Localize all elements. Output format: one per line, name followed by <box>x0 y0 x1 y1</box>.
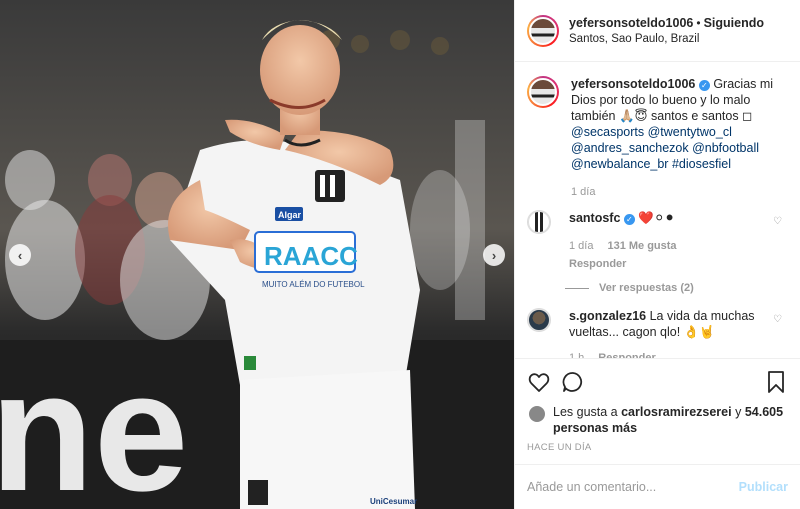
header-separator: • <box>696 15 701 30</box>
chevron-right-icon[interactable]: › <box>483 244 505 266</box>
instagram-post: ne Algar RAACC MUITO ALÉM DO FUTEBOL Uni… <box>0 0 800 509</box>
reply-button[interactable]: Responder <box>598 350 655 358</box>
jersey-main-text: RAACC <box>264 241 358 271</box>
bookmark-icon[interactable] <box>764 370 788 394</box>
avatar[interactable] <box>527 14 559 47</box>
photo-illustration: ne Algar RAACC MUITO ALÉM DO FUTEBOL Uni… <box>0 0 514 509</box>
caption-username[interactable]: yefersonsoteldo1006 <box>571 77 695 91</box>
likes-text: Les gusta a carlosramirezserei y 54.605 … <box>553 404 788 436</box>
post-header: yefersonsoteldo1006 • Siguiendo Santos, Sa… <box>515 0 800 62</box>
publish-button[interactable]: Publicar <box>739 480 788 494</box>
verified-badge-icon: ✓ <box>623 214 635 225</box>
chevron-left-icon[interactable]: ‹ <box>9 244 31 266</box>
replies-line <box>565 287 589 289</box>
caption-avatar[interactable] <box>527 76 559 108</box>
comment-username[interactable]: s.gonzalez16 <box>569 309 646 323</box>
comment-time[interactable]: 1 h <box>569 350 584 358</box>
sponsor-label: Algar <box>278 210 302 220</box>
comment-text: ❤️⚪⚫ <box>638 211 675 225</box>
comment-item: s.gonzalez16 La vida da muchas vueltas..… <box>527 308 788 358</box>
caption-time[interactable]: 1 día <box>571 184 595 200</box>
heart-icon[interactable]: ♡ <box>773 216 782 227</box>
liker-avatar[interactable] <box>529 406 545 422</box>
follow-status-button[interactable]: Siguiendo <box>704 16 764 30</box>
likes-summary: Les gusta a carlosramirezserei y 54.605 … <box>515 404 800 436</box>
reply-button[interactable]: Responder <box>569 256 779 272</box>
heart-icon[interactable]: ♡ <box>773 314 782 325</box>
comment-likes[interactable]: 131 Me gusta <box>607 238 676 254</box>
comments-list[interactable]: yefersonsoteldo1006 ✓ Gracias mi Dios po… <box>515 62 800 358</box>
comment-input[interactable] <box>527 480 739 494</box>
svg-text:ne: ne <box>0 337 188 509</box>
heart-icon[interactable] <box>527 370 551 394</box>
add-comment-bar: Publicar <box>515 464 800 509</box>
view-replies-button[interactable]: Ver respuestas (2) <box>565 282 788 294</box>
comment-body: santosfc ✓ ❤️⚪⚫ 1 día 131 Me gusta Respo… <box>569 210 779 272</box>
post-photo[interactable]: ne Algar RAACC MUITO ALÉM DO FUTEBOL Uni… <box>0 0 514 509</box>
comment-time[interactable]: 1 día <box>569 238 593 254</box>
shorts-sponsor-text: UniCesumar <box>370 497 417 506</box>
likes-middle: y <box>731 405 745 419</box>
comment-body: s.gonzalez16 La vida da muchas vueltas..… <box>569 308 779 358</box>
comment-meta: 1 h Responder <box>569 350 779 358</box>
commenter-avatar[interactable] <box>527 308 551 332</box>
caption-mentions[interactable]: @secasports @twentytwo_cl @andres_sanche… <box>571 125 759 171</box>
jersey-sub-text: MUITO ALÉM DO FUTEBOL <box>262 280 365 289</box>
header-username[interactable]: yefersonsoteldo1006 <box>569 16 693 30</box>
comment-icon[interactable] <box>561 370 585 394</box>
likes-prefix: Les gusta a <box>553 405 622 419</box>
comment-username[interactable]: santosfc <box>569 211 620 225</box>
post-sidebar: yefersonsoteldo1006 • Siguiendo Santos, Sa… <box>514 0 800 509</box>
caption-body: yefersonsoteldo1006 ✓ Gracias mi Dios po… <box>571 76 781 200</box>
commenter-avatar[interactable] <box>527 210 551 234</box>
view-replies-label: Ver respuestas (2) <box>599 282 694 294</box>
post-timestamp[interactable]: HACE UN DÍA <box>515 436 800 464</box>
header-text: yefersonsoteldo1006 • Siguiendo Santos, Sa… <box>569 15 764 47</box>
comment-meta: 1 día 131 Me gusta <box>569 238 779 254</box>
verified-badge-icon: ✓ <box>698 80 710 91</box>
location-link[interactable]: Santos, Sao Paulo, Brazil <box>569 31 764 47</box>
post-actions <box>515 358 800 404</box>
liker-username[interactable]: carlosramirezserei <box>621 405 732 419</box>
comment-item: santosfc ✓ ❤️⚪⚫ 1 día 131 Me gusta Respo… <box>527 210 788 272</box>
caption-meta: 1 día <box>571 184 781 200</box>
caption: yefersonsoteldo1006 ✓ Gracias mi Dios po… <box>527 76 788 200</box>
